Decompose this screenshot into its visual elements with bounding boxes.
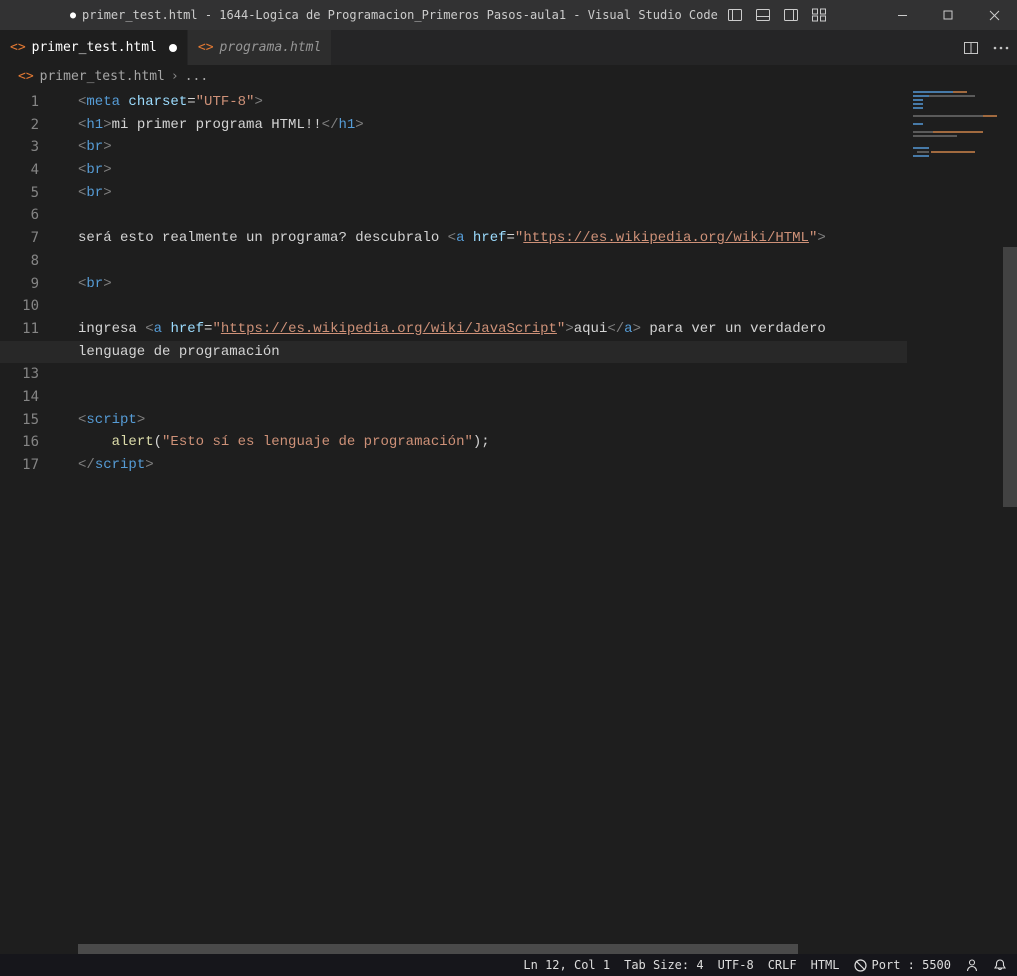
- minimap[interactable]: [907, 87, 1003, 954]
- status-notifications-icon[interactable]: [993, 958, 1007, 972]
- code-line[interactable]: [78, 363, 907, 386]
- code-editor[interactable]: 1234567891011121314151617 <meta charset=…: [0, 87, 1017, 954]
- customize-layout-icon[interactable]: [805, 0, 833, 30]
- code-line[interactable]: <br>: [78, 159, 907, 182]
- code-line[interactable]: </script>: [78, 454, 907, 477]
- editor-layout-controls: [721, 0, 833, 30]
- html-file-icon: <>: [18, 69, 34, 84]
- line-number: 13: [0, 363, 39, 386]
- line-number: 17: [0, 454, 39, 477]
- tab-programa[interactable]: <> programa.html: [188, 30, 332, 65]
- line-number: 14: [0, 386, 39, 409]
- line-number: 15: [0, 409, 39, 432]
- status-eol[interactable]: CRLF: [768, 958, 797, 972]
- code-line[interactable]: <br>: [78, 273, 907, 296]
- code-line[interactable]: será esto realmente un programa? descubr…: [78, 227, 907, 250]
- status-language[interactable]: HTML: [811, 958, 840, 972]
- toggle-panel-icon[interactable]: [749, 0, 777, 30]
- minimize-button[interactable]: [879, 0, 925, 30]
- maximize-button[interactable]: [925, 0, 971, 30]
- code-line[interactable]: ingresa <a href="https://es.wikipedia.or…: [78, 318, 907, 341]
- line-number: 16: [0, 431, 39, 454]
- html-file-icon: <>: [10, 40, 26, 55]
- code-line[interactable]: [78, 250, 907, 273]
- vertical-scrollbar[interactable]: [1003, 87, 1017, 954]
- dirty-dot-icon: ●: [70, 10, 76, 21]
- toggle-secondary-sidebar-icon[interactable]: [777, 0, 805, 30]
- window-titlebar: ● primer_test.html - 1644-Logica de Prog…: [0, 0, 1017, 30]
- horizontal-scrollbar-thumb[interactable]: [78, 944, 798, 954]
- line-number: 9: [0, 273, 39, 296]
- code-content[interactable]: <meta charset="UTF-8"><h1>mi primer prog…: [78, 91, 907, 477]
- split-editor-icon[interactable]: [963, 40, 979, 56]
- toggle-primary-sidebar-icon[interactable]: [721, 0, 749, 30]
- status-encoding[interactable]: UTF-8: [718, 958, 754, 972]
- tab-label: programa.html: [220, 40, 322, 55]
- code-line[interactable]: <h1>mi primer programa HTML!!</h1>: [78, 114, 907, 137]
- line-number-gutter: 1234567891011121314151617: [0, 87, 55, 477]
- breadcrumb-file: primer_test.html: [40, 69, 165, 84]
- line-number: 5: [0, 182, 39, 205]
- code-line[interactable]: lenguage de programación: [0, 341, 907, 364]
- line-number: 4: [0, 159, 39, 182]
- status-live-server[interactable]: Port : 5500: [854, 958, 951, 972]
- breadcrumb[interactable]: <> primer_test.html › ...: [0, 65, 1017, 87]
- title-text: primer_test.html - 1644-Logica de Progra…: [82, 8, 718, 22]
- tab-bar: <> primer_test.html <> programa.html: [0, 30, 1017, 65]
- code-line[interactable]: <br>: [78, 136, 907, 159]
- code-line[interactable]: <script>: [78, 409, 907, 432]
- window-controls: [879, 0, 1017, 30]
- window-title: ● primer_test.html - 1644-Logica de Prog…: [70, 8, 718, 22]
- tab-primer-test[interactable]: <> primer_test.html: [0, 30, 188, 65]
- line-number: 11: [0, 318, 39, 341]
- line-number: 7: [0, 227, 39, 250]
- code-line[interactable]: <br>: [78, 182, 907, 205]
- code-line[interactable]: <meta charset="UTF-8">: [78, 91, 907, 114]
- more-actions-icon[interactable]: [993, 40, 1009, 56]
- vertical-scrollbar-thumb[interactable]: [1003, 247, 1017, 507]
- line-number: 3: [0, 136, 39, 159]
- code-line[interactable]: [78, 204, 907, 227]
- close-button[interactable]: [971, 0, 1017, 30]
- status-tab-size[interactable]: Tab Size: 4: [624, 958, 703, 972]
- code-line[interactable]: alert("Esto sí es lenguaje de programaci…: [78, 431, 907, 454]
- code-line[interactable]: [78, 386, 907, 409]
- breadcrumb-separator-icon: ›: [171, 69, 179, 84]
- tab-dirty-indicator-icon: [169, 44, 177, 52]
- line-number: 1: [0, 91, 39, 114]
- html-file-icon: <>: [198, 40, 214, 55]
- breadcrumb-trail: ...: [185, 69, 208, 84]
- line-number: 8: [0, 250, 39, 273]
- tab-label: primer_test.html: [32, 40, 157, 55]
- line-number: 6: [0, 204, 39, 227]
- status-bar: Ln 12, Col 1 Tab Size: 4 UTF-8 CRLF HTML…: [0, 954, 1017, 976]
- horizontal-scrollbar[interactable]: [78, 944, 907, 954]
- code-line[interactable]: [78, 295, 907, 318]
- line-number: 2: [0, 114, 39, 137]
- line-number: 10: [0, 295, 39, 318]
- status-feedback-icon[interactable]: [965, 958, 979, 972]
- status-cursor[interactable]: Ln 12, Col 1: [523, 958, 610, 972]
